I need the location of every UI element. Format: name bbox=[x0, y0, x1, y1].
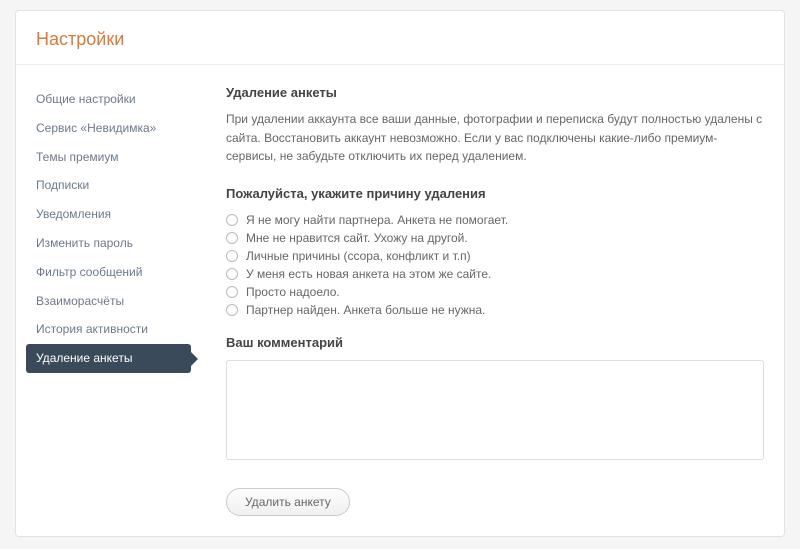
radio-icon[interactable] bbox=[226, 214, 238, 226]
sidebar-item-invisible[interactable]: Сервис «Невидимка» bbox=[26, 114, 191, 143]
radio-icon[interactable] bbox=[226, 232, 238, 244]
reason-label: Личные причины (ссора, конфликт и т.п) bbox=[246, 249, 471, 263]
reasons-list: Я не могу найти партнера. Анкета не помо… bbox=[226, 213, 764, 317]
settings-panel: Настройки Общие настройки Сервис «Невиди… bbox=[15, 10, 785, 537]
comment-textarea[interactable] bbox=[226, 360, 764, 460]
radio-icon[interactable] bbox=[226, 286, 238, 298]
sidebar-item-change-password[interactable]: Изменить пароль bbox=[26, 229, 191, 258]
section-title: Удаление анкеты bbox=[226, 85, 764, 100]
comment-label: Ваш комментарий bbox=[226, 335, 764, 350]
sidebar-item-notifications[interactable]: Уведомления bbox=[26, 200, 191, 229]
reason-option-dislike-site[interactable]: Мне не нравится сайт. Ухожу на другой. bbox=[226, 231, 764, 245]
reason-option-found-partner[interactable]: Партнер найден. Анкета больше не нужна. bbox=[226, 303, 764, 317]
sidebar-item-label: Фильтр сообщений bbox=[36, 265, 142, 279]
content-area: Удаление анкеты При удалении аккаунта вс… bbox=[191, 85, 764, 516]
intro-text: При удалении аккаунта все ваши данные, ф… bbox=[226, 110, 764, 166]
sidebar-item-delete-profile[interactable]: Удаление анкеты bbox=[26, 344, 191, 373]
radio-icon[interactable] bbox=[226, 268, 238, 280]
sidebar-item-message-filter[interactable]: Фильтр сообщений bbox=[26, 258, 191, 287]
radio-icon[interactable] bbox=[226, 304, 238, 316]
sidebar-item-label: Подписки bbox=[36, 178, 89, 192]
settings-sidebar: Общие настройки Сервис «Невидимка» Темы … bbox=[16, 85, 191, 516]
panel-header: Настройки bbox=[16, 11, 784, 65]
reason-label: Мне не нравится сайт. Ухожу на другой. bbox=[246, 231, 468, 245]
reason-label: Партнер найден. Анкета больше не нужна. bbox=[246, 303, 485, 317]
panel-body: Общие настройки Сервис «Невидимка» Темы … bbox=[16, 65, 784, 536]
reason-option-bored[interactable]: Просто надоело. bbox=[226, 285, 764, 299]
reason-option-no-partner[interactable]: Я не могу найти партнера. Анкета не помо… bbox=[226, 213, 764, 227]
sidebar-item-general[interactable]: Общие настройки bbox=[26, 85, 191, 114]
sidebar-item-label: Общие настройки bbox=[36, 92, 136, 106]
page-title: Настройки bbox=[36, 29, 764, 50]
delete-profile-button[interactable]: Удалить анкету bbox=[226, 488, 350, 516]
sidebar-item-label: История активности bbox=[36, 322, 148, 336]
reason-label: Я не могу найти партнера. Анкета не помо… bbox=[246, 213, 508, 227]
radio-icon[interactable] bbox=[226, 250, 238, 262]
reason-heading: Пожалуйста, укажите причину удаления bbox=[226, 186, 764, 201]
sidebar-item-subscriptions[interactable]: Подписки bbox=[26, 171, 191, 200]
sidebar-item-label: Темы премиум bbox=[36, 150, 118, 164]
sidebar-item-label: Удаление анкеты bbox=[36, 351, 132, 365]
sidebar-item-premium-themes[interactable]: Темы премиум bbox=[26, 143, 191, 172]
sidebar-item-label: Взаиморасчёты bbox=[36, 294, 124, 308]
reason-label: Просто надоело. bbox=[246, 285, 340, 299]
sidebar-item-label: Уведомления bbox=[36, 207, 111, 221]
reason-option-new-profile[interactable]: У меня есть новая анкета на этом же сайт… bbox=[226, 267, 764, 281]
sidebar-item-label: Изменить пароль bbox=[36, 236, 133, 250]
reason-label: У меня есть новая анкета на этом же сайт… bbox=[246, 267, 491, 281]
sidebar-item-billing[interactable]: Взаиморасчёты bbox=[26, 287, 191, 316]
reason-option-personal[interactable]: Личные причины (ссора, конфликт и т.п) bbox=[226, 249, 764, 263]
sidebar-item-activity-history[interactable]: История активности bbox=[26, 315, 191, 344]
sidebar-item-label: Сервис «Невидимка» bbox=[36, 121, 156, 135]
